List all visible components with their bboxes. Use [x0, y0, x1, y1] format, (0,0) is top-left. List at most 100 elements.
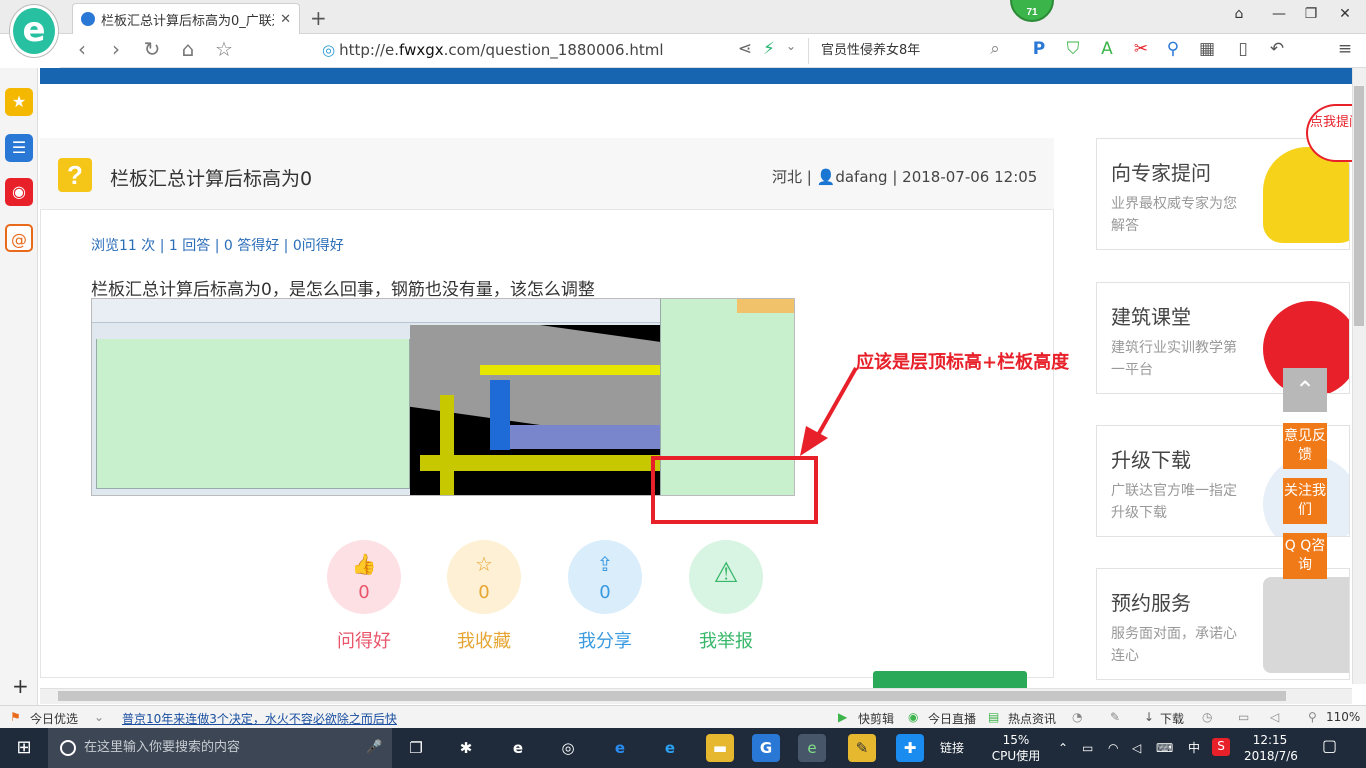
restore-icon[interactable]: ❐ [1296, 6, 1326, 26]
news-ticker[interactable]: 普京10年来连做3个决定，水火不容必欲除之而后快 [122, 710, 397, 727]
favorite-button[interactable]: ☆ 0 [447, 540, 521, 614]
browser-tab[interactable]: 栏板汇总计算后标高为0_广联达服 ✕ [72, 3, 300, 34]
new-tab-button[interactable]: + [310, 6, 327, 30]
points-icon[interactable]: P [1026, 39, 1052, 59]
sound-icon[interactable]: ◁ [1270, 710, 1279, 724]
ask-good-label[interactable]: 问得好 [314, 627, 414, 653]
pin-icon[interactable]: ✎ [1110, 710, 1120, 724]
today-icon: ⚑ [10, 710, 21, 724]
follow-button[interactable]: 关注我们 [1283, 478, 1327, 524]
search-icon[interactable]: ⌕ [982, 39, 1008, 59]
sogou-ime-icon[interactable]: S [1212, 738, 1230, 756]
notes-app-icon[interactable]: ✎ [848, 734, 876, 762]
card-title: 预约服务 [1111, 591, 1191, 615]
horizontal-scroll-thumb[interactable] [58, 691, 1286, 701]
back-icon[interactable]: ‹ [68, 37, 96, 61]
ime-indicator[interactable]: 中 [1188, 740, 1200, 756]
quick-cut-link[interactable]: 快剪辑 [858, 710, 894, 727]
clock[interactable]: 12:15 2018/7/6 [1244, 732, 1298, 764]
speedometer-icon[interactable]: ◷ [1202, 710, 1212, 724]
question-meta: 河北 | 👤dafang | 2018-07-06 12:05:39 [772, 166, 1038, 187]
vertical-scroll-thumb[interactable] [1354, 86, 1364, 326]
share-page-icon[interactable]: ⋖ [732, 39, 758, 59]
qq-consult-button[interactable]: Q Q咨询 [1283, 533, 1327, 579]
ie-icon[interactable]: e [656, 734, 684, 762]
minimize-icon[interactable]: — [1264, 6, 1294, 26]
browser-logo-icon[interactable]: e [10, 5, 58, 57]
card-title: 建筑课堂 [1111, 305, 1191, 329]
glodon-app-icon[interactable]: G [752, 734, 780, 762]
red-highlight-box [651, 456, 818, 524]
software-3d-view [410, 325, 660, 495]
thumbs-up-icon: 👍 [351, 552, 377, 576]
speed-icon[interactable]: ◔ [1072, 710, 1082, 724]
list-icon[interactable]: ☰ [5, 134, 33, 162]
share-button[interactable]: ⇪ 0 [568, 540, 642, 614]
edge-icon[interactable]: e [606, 734, 634, 762]
battery-icon[interactable]: ▭ [1082, 740, 1093, 756]
chevron-down-icon[interactable]: ⌄ [94, 710, 104, 724]
tray-expand-icon[interactable]: ⌃ [1058, 740, 1068, 756]
translate-icon[interactable]: A [1094, 39, 1120, 59]
browser-e-icon[interactable]: e [504, 734, 532, 762]
tab-close-icon[interactable]: ✕ [280, 12, 291, 27]
active-browser-icon[interactable]: e [798, 734, 826, 762]
site-info-icon[interactable]: ◎ [322, 41, 335, 59]
report-button[interactable]: ⚠ [689, 540, 763, 614]
question-body: 栏板汇总计算后标高为0，是怎么回事，钢筋也没有量，该怎么调整 [91, 280, 595, 300]
chevron-down-icon[interactable]: ⌄ [778, 39, 804, 53]
favorite-label[interactable]: 我收藏 [434, 627, 534, 653]
cpu-usage: 15% CPU使用 [990, 732, 1042, 764]
task-view-icon[interactable]: ❐ [402, 734, 430, 762]
windows-start-icon[interactable]: ⊞ [0, 728, 48, 768]
undo-close-icon[interactable]: ↶ [1264, 39, 1290, 59]
forward-icon[interactable]: › [102, 37, 130, 61]
keyboard-icon[interactable]: ⌨ [1156, 740, 1173, 756]
feedback-button[interactable]: 意见反馈 [1283, 423, 1327, 469]
username[interactable]: dafang [835, 168, 887, 186]
live-link[interactable]: 今日直播 [928, 710, 976, 727]
zoom-level[interactable]: 110% [1326, 710, 1360, 724]
microphone-icon[interactable]: 🎤 [366, 728, 382, 768]
refresh-icon[interactable]: ↻ [138, 37, 166, 61]
links-toolbar[interactable]: 链接 [940, 740, 964, 756]
add-sidebar-button[interactable]: + [12, 674, 29, 698]
wifi-icon[interactable]: ◠ [1108, 740, 1118, 756]
hot-news-link[interactable]: 热点资讯 [1008, 710, 1056, 727]
address-field[interactable]: ◎ http://e.fwxgx.com/question_1880006.htm… [322, 41, 664, 59]
bookmark-star-icon[interactable]: ☆ [210, 37, 238, 61]
mail-icon[interactable]: @ [5, 224, 33, 252]
taskbar-search-input[interactable]: 在这里输入你要搜索的内容 🎤 [48, 728, 392, 768]
window-icon[interactable]: ▭ [1238, 710, 1249, 724]
ask-good-button[interactable]: 👍 0 [327, 540, 401, 614]
swirl-app-icon[interactable]: ◎ [554, 734, 582, 762]
expert-card[interactable]: 向专家提问 业界最权威专家为您解答 [1096, 138, 1350, 250]
status-bar: ⚑ 今日优选 ⌄ 普京10年来连做3个决定，水火不容必欲除之而后快 ▶ 快剪辑 … [0, 705, 1366, 728]
share-label[interactable]: 我分享 [555, 627, 655, 653]
security-shield-icon[interactable]: ⛉ [1060, 39, 1086, 59]
home-icon[interactable]: ⌂ [174, 37, 202, 61]
favorites-icon[interactable]: ★ [5, 88, 33, 116]
notification-center-icon[interactable]: ▢ [1322, 738, 1337, 754]
volume-icon[interactable]: ◁ [1132, 740, 1141, 756]
page-title: 栏板汇总计算后标高为0 [110, 168, 313, 190]
site-header-bar [40, 68, 1352, 84]
download-link[interactable]: 下载 [1160, 710, 1184, 727]
reading-mode-icon[interactable]: ▯ [1230, 39, 1256, 59]
live-icon: ◉ [908, 710, 919, 724]
screenshot-scissors-icon[interactable]: ✂ [1128, 39, 1154, 59]
file-explorer-icon[interactable]: ▬ [706, 734, 734, 762]
find-icon[interactable]: ⚲ [1160, 39, 1186, 59]
skin-icon[interactable]: ⌂ [1224, 6, 1254, 26]
apps-grid-icon[interactable]: ▦ [1194, 39, 1220, 59]
weibo-icon[interactable]: ◉ [5, 178, 33, 206]
tool-app-icon[interactable]: ✚ [896, 734, 924, 762]
fan-app-icon[interactable]: ✱ [452, 734, 480, 762]
appointment-card[interactable]: 预约服务 服务面对面，承诺心连心 [1096, 568, 1350, 680]
menu-icon[interactable]: ≡ [1332, 39, 1358, 59]
report-label[interactable]: 我举报 [676, 627, 776, 653]
today-picks[interactable]: 今日优选 [30, 710, 78, 727]
back-to-top-icon[interactable]: ⌃ [1283, 368, 1327, 412]
software-table-panel [96, 325, 410, 489]
close-window-icon[interactable]: ✕ [1330, 6, 1360, 26]
